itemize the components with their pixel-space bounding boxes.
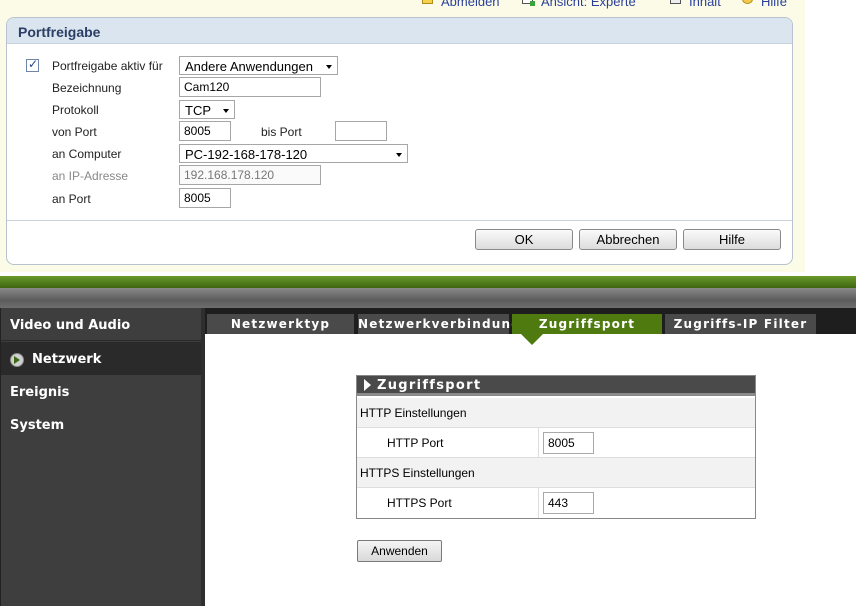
ok-button[interactable]: OK <box>475 229 573 250</box>
https-port-label: HTTPS Port <box>387 496 452 510</box>
application-select[interactable]: Andere Anwendungen <box>179 56 338 75</box>
sidebar-item-label: Video und Audio <box>10 318 131 333</box>
arrow-right-circle-icon <box>10 353 24 367</box>
chevron-down-icon <box>326 65 332 69</box>
target-port-label: an Port <box>52 192 91 206</box>
help-label: Hilfe <box>761 0 788 9</box>
computer-select[interactable]: PC-192-168-178-120 <box>179 144 408 163</box>
target-port-field[interactable]: 8005 <box>179 188 231 208</box>
https-port-row: HTTPS Port 443 <box>357 488 755 518</box>
http-section-row: HTTP Einstellungen <box>357 398 755 428</box>
view-icon <box>522 0 535 6</box>
content-icon <box>670 0 681 4</box>
ip-field: 192.168.178.120 <box>179 165 321 185</box>
sidebar-item-label: Ereignis <box>10 385 70 400</box>
tab-netzwerkverbindung[interactable]: Netzwerkverbindung <box>358 314 520 334</box>
https-port-input[interactable]: 443 <box>543 492 594 514</box>
box-title: Zugriffsport <box>377 378 482 393</box>
protocol-label: Protokoll <box>52 103 99 117</box>
to-port-label: bis Port <box>261 125 302 139</box>
logout-label: Abmelden <box>441 0 500 9</box>
view-label: Ansicht: <box>541 0 588 9</box>
portfreigabe-active-checkbox[interactable] <box>26 57 39 72</box>
name-field[interactable]: Cam120 <box>179 77 321 97</box>
sidebar-edge <box>201 308 205 606</box>
cancel-button[interactable]: Abbrechen <box>579 229 677 250</box>
http-port-label: HTTP Port <box>387 436 444 450</box>
http-port-row: HTTP Port 8005 <box>357 428 755 458</box>
sidebar-item-video-audio[interactable]: Video und Audio <box>1 308 202 341</box>
sidebar-item-netzwerk[interactable]: Netzwerk <box>1 342 202 375</box>
content-link[interactable]: Inhalt <box>670 0 721 9</box>
computer-label: an Computer <box>52 147 122 161</box>
column-divider <box>538 488 539 518</box>
panel-divider <box>7 220 792 221</box>
http-port-input[interactable]: 8005 <box>543 432 594 454</box>
caret-right-icon <box>364 379 371 391</box>
help-link[interactable]: Hilfe <box>742 0 787 9</box>
box-header: Zugriffsport <box>357 376 755 396</box>
camera-tab-bar: Netzwerktyp Netzwerkverbindung Zugriffsp… <box>205 308 856 334</box>
panel-header: Portfreigabe <box>7 18 792 44</box>
logout-icon <box>422 0 433 4</box>
https-section-label: HTTPS Einstellungen <box>360 466 475 480</box>
to-port-field[interactable] <box>335 121 387 141</box>
tab-zugriffsport[interactable]: Zugriffsport <box>512 314 662 334</box>
camera-subheader-bar <box>0 288 856 308</box>
help-icon <box>742 0 753 4</box>
camera-header-bar <box>0 276 856 288</box>
camera-sidebar: Video und Audio Netzwerk Ereignis System <box>0 308 204 606</box>
content-label: Inhalt <box>689 0 721 9</box>
name-label: Bezeichnung <box>52 81 122 95</box>
logout-link[interactable]: Abmelden <box>422 0 500 9</box>
active-label: Portfreigabe aktiv für <box>52 59 163 73</box>
http-section-label: HTTP Einstellungen <box>360 406 467 420</box>
sidebar-item-label: Netzwerk <box>32 352 102 367</box>
view-toggle[interactable]: Ansicht: Experte <box>522 0 636 9</box>
protocol-select[interactable]: TCP <box>179 100 235 119</box>
chevron-down-icon <box>223 109 229 113</box>
panel-title: Portfreigabe <box>18 24 101 40</box>
application-select-value: Andere Anwendungen <box>185 59 313 74</box>
column-divider <box>538 428 539 458</box>
zugriffsport-box: Zugriffsport HTTP Einstellungen HTTP Por… <box>356 375 756 519</box>
view-value: Experte <box>590 0 636 9</box>
apply-button[interactable]: Anwenden <box>357 540 442 562</box>
active-tab-pointer <box>521 334 543 345</box>
sidebar-item-ereignis[interactable]: Ereignis <box>1 375 202 408</box>
sidebar-item-system[interactable]: System <box>1 408 202 441</box>
sidebar-item-label: System <box>10 418 65 433</box>
protocol-select-value: TCP <box>185 103 211 118</box>
from-port-field[interactable]: 8005 <box>179 121 231 141</box>
tab-zugriffs-ip-filter[interactable]: Zugriffs-IP Filter <box>665 314 816 334</box>
https-section-row: HTTPS Einstellungen <box>357 458 755 488</box>
computer-select-value: PC-192-168-178-120 <box>185 147 308 162</box>
tab-netzwerktyp[interactable]: Netzwerktyp <box>207 314 354 334</box>
help-button[interactable]: Hilfe <box>683 229 781 250</box>
from-port-label: von Port <box>52 125 97 139</box>
ip-label: an IP-Adresse <box>52 169 129 183</box>
portfreigabe-panel: Portfreigabe <box>6 17 793 265</box>
chevron-down-icon <box>396 153 402 157</box>
